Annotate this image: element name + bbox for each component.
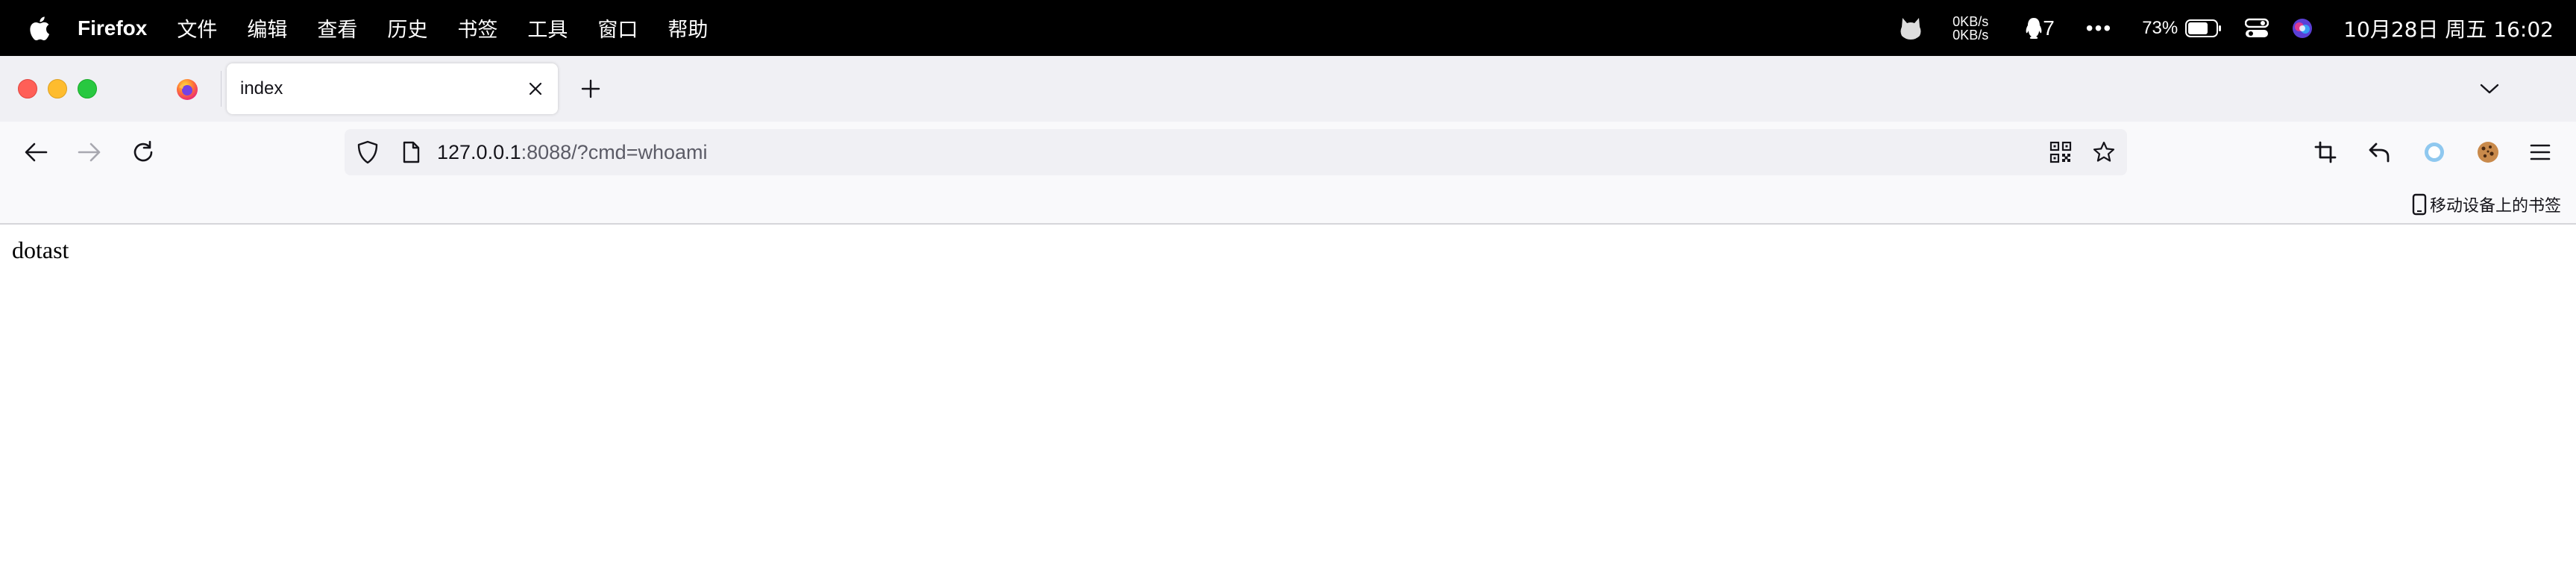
firefox-view-icon[interactable] bbox=[176, 78, 198, 101]
tab-title: index bbox=[240, 78, 283, 98]
tracking-protection-shield-icon[interactable] bbox=[355, 140, 380, 165]
cookie-extension-icon[interactable] bbox=[2470, 134, 2506, 170]
list-all-tabs-chevron-down-icon[interactable] bbox=[2475, 74, 2504, 104]
macos-menu-bar: Firefox 文件 编辑 查看 历史 书签 工具 窗口 帮助 0KB/s 0K… bbox=[0, 0, 2576, 56]
url-path: :8088/?cmd=whoami bbox=[521, 141, 708, 163]
tab-strip: index bbox=[0, 56, 2576, 122]
siri-icon[interactable] bbox=[2291, 17, 2313, 40]
bookmark-star-icon[interactable] bbox=[2091, 140, 2117, 165]
window-minimize-button[interactable] bbox=[48, 79, 67, 98]
menu-help[interactable]: 帮助 bbox=[667, 13, 708, 43]
menu-bookmarks[interactable]: 书签 bbox=[457, 13, 497, 43]
qq-penguin-icon bbox=[2026, 17, 2042, 39]
menubar-clock[interactable]: 10月28日 周五 16:02 bbox=[2343, 13, 2554, 43]
qq-status[interactable]: 7 bbox=[2025, 16, 2055, 40]
extension-circle-icon[interactable] bbox=[2416, 134, 2452, 170]
window-maximize-button[interactable] bbox=[78, 79, 97, 98]
navigation-toolbar: 127.0.0.1:8088/?cmd=whoami bbox=[0, 122, 2576, 183]
battery-percent: 73% bbox=[2142, 17, 2178, 38]
tab-divider bbox=[221, 71, 222, 107]
menu-view[interactable]: 查看 bbox=[317, 13, 357, 43]
back-arrow-icon[interactable] bbox=[18, 134, 54, 170]
app-name-menu[interactable]: Firefox bbox=[78, 16, 147, 40]
url-text[interactable]: 127.0.0.1:8088/?cmd=whoami bbox=[437, 141, 708, 164]
tab-index[interactable]: index bbox=[227, 63, 558, 114]
url-host: 127.0.0.1 bbox=[437, 141, 521, 163]
qr-code-icon[interactable] bbox=[2048, 140, 2073, 165]
forward-arrow-icon[interactable] bbox=[72, 134, 107, 170]
menu-edit[interactable]: 编辑 bbox=[247, 13, 287, 43]
reload-icon[interactable] bbox=[125, 134, 161, 170]
menu-file[interactable]: 文件 bbox=[177, 13, 217, 43]
bookmarks-toolbar: 移动设备上的书签 bbox=[0, 183, 2576, 225]
menu-history[interactable]: 历史 bbox=[387, 13, 427, 43]
network-speed-indicator[interactable]: 0KB/s 0KB/s bbox=[1944, 15, 1997, 42]
control-center-icon[interactable] bbox=[2245, 18, 2269, 39]
download-speed: 0KB/s bbox=[1953, 27, 1989, 43]
tab-close-icon[interactable] bbox=[524, 77, 547, 101]
undo-arrow-icon[interactable] bbox=[2361, 134, 2397, 170]
cat-app-icon[interactable] bbox=[1898, 16, 1923, 40]
menubar-status-area: 0KB/s 0KB/s 7 ••• 73% 10月28日 周五 16:02 bbox=[1898, 0, 2576, 56]
mobile-bookmarks-folder[interactable]: 移动设备上的书签 bbox=[2412, 192, 2561, 217]
qq-badge-count: 7 bbox=[2043, 16, 2055, 40]
more-icon[interactable]: ••• bbox=[2086, 16, 2112, 40]
apple-logo-icon[interactable] bbox=[28, 16, 51, 41]
hamburger-menu-icon[interactable] bbox=[2522, 134, 2558, 170]
mobile-bookmarks-label: 移动设备上的书签 bbox=[2429, 197, 2561, 216]
page-info-icon[interactable] bbox=[398, 140, 424, 165]
url-bar[interactable]: 127.0.0.1:8088/?cmd=whoami bbox=[345, 129, 2127, 175]
new-tab-plus-icon[interactable] bbox=[576, 74, 606, 104]
battery-icon[interactable] bbox=[2185, 19, 2222, 37]
menu-tools[interactable]: 工具 bbox=[527, 13, 568, 43]
window-close-button[interactable] bbox=[18, 79, 37, 98]
page-content: dotast bbox=[0, 225, 2576, 579]
upload-speed: 0KB/s bbox=[1953, 13, 1989, 29]
mobile-phone-icon bbox=[2412, 193, 2427, 216]
page-body-text: dotast bbox=[12, 237, 69, 263]
menu-window[interactable]: 窗口 bbox=[597, 13, 638, 43]
screenshot-crop-icon[interactable] bbox=[2308, 134, 2343, 170]
